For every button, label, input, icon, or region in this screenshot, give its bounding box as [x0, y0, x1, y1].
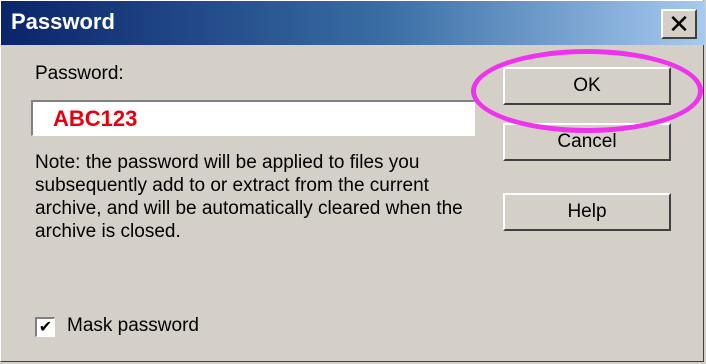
password-input[interactable]: ABC123 — [31, 100, 475, 136]
password-dialog: Password ✕ Password: ABC123 Note: the pa… — [0, 0, 705, 362]
help-button-label: Help — [567, 201, 607, 222]
note-text: Note: the password will be applied to fi… — [35, 152, 463, 242]
password-value: ABC123 — [53, 105, 138, 131]
close-button[interactable]: ✕ — [661, 9, 697, 39]
checkmark-icon: ✔ — [38, 318, 53, 336]
mask-password-checkbox[interactable]: ✔ — [35, 317, 55, 337]
title-bar[interactable]: Password ✕ — [1, 1, 705, 45]
cancel-button-label: Cancel — [557, 131, 617, 152]
mask-password-label[interactable]: Mask password — [67, 315, 199, 337]
close-icon: ✕ — [668, 9, 690, 39]
ok-highlight-ring — [471, 49, 703, 133]
help-button[interactable]: Help — [503, 193, 671, 231]
window-title: Password — [11, 9, 115, 34]
password-label: Password: — [35, 63, 124, 84]
